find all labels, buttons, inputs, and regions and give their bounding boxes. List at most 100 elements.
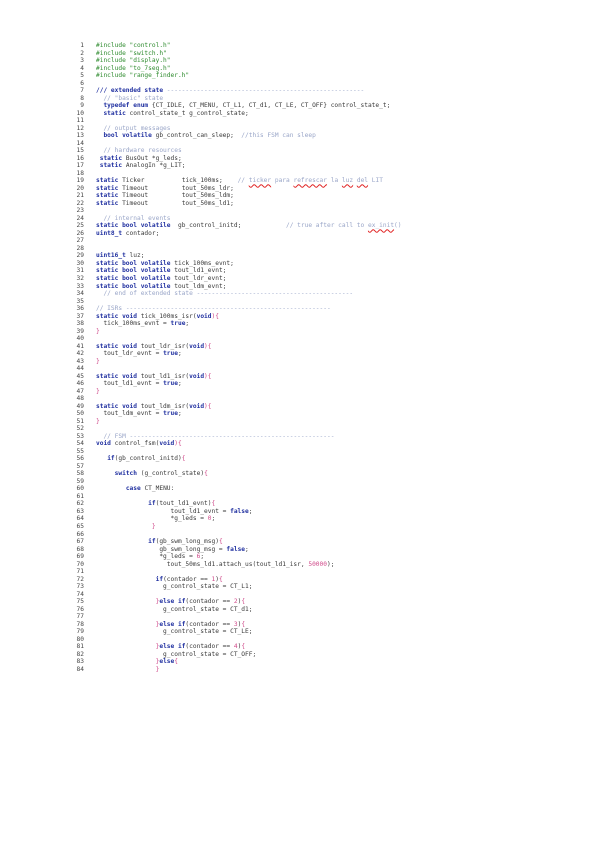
line-number: 80 bbox=[76, 635, 84, 643]
code-line: 5 #include "range_finder.h" bbox=[70, 72, 402, 80]
code-token: if bbox=[107, 455, 115, 463]
code-text: // output messages bbox=[96, 124, 171, 132]
code-token: (contador == bbox=[185, 620, 234, 628]
code-text: tick_100ms_evnt = true; bbox=[96, 320, 189, 327]
code-token: tout_ldm_evnt; bbox=[170, 282, 227, 290]
line-number: 30 bbox=[76, 259, 84, 267]
code-line: 36 // ISRs ------------------------------… bbox=[70, 305, 402, 313]
code-token: static void bbox=[96, 402, 137, 410]
line-number: 47 bbox=[76, 387, 84, 395]
line-number: 35 bbox=[76, 297, 84, 305]
code-token: tick_100ms_isr( bbox=[136, 312, 197, 320]
code-line: 48 bbox=[70, 395, 402, 403]
code-token: static bbox=[103, 109, 126, 117]
line-number: 75 bbox=[76, 598, 84, 606]
code-token: g_control_state = CT_OFF; bbox=[96, 650, 257, 658]
code-line: 71 bbox=[70, 568, 402, 576]
code-line: 37 static void tick_100ms_isr(void){ bbox=[70, 313, 402, 321]
code-token: ----------------------------------------… bbox=[196, 290, 354, 298]
code-text: } bbox=[96, 328, 100, 335]
line-number: 23 bbox=[76, 207, 84, 215]
code-token: tout_ldm_isr( bbox=[136, 402, 190, 410]
code-line: 21 static Timeout tout_50ms_ldm; bbox=[70, 192, 402, 200]
code-token: { bbox=[174, 658, 178, 666]
code-line: 76 g_control_state = CT_d1; bbox=[70, 606, 402, 614]
code-token: AnalogIn *g_LIT; bbox=[122, 162, 186, 170]
line-number: 60 bbox=[76, 485, 84, 493]
code-text: uint16_t luz; bbox=[96, 252, 144, 259]
code-text: // end of extended state ---------------… bbox=[96, 290, 353, 297]
code-token: } bbox=[96, 327, 100, 335]
code-token: luz bbox=[341, 177, 354, 185]
code-text: static Ticker tick_100ms; // ticker para… bbox=[96, 177, 383, 184]
line-number: 4 bbox=[80, 64, 84, 72]
code-token: false bbox=[226, 545, 246, 553]
code-token: { bbox=[241, 598, 246, 606]
code-line: 2 #include "switch.h" bbox=[70, 50, 402, 58]
code-line: 29 uint16_t luz; bbox=[70, 252, 402, 260]
code-text: *g_leds = 6; bbox=[96, 553, 204, 560]
code-text: g_control_state = CT_d1; bbox=[96, 606, 252, 613]
code-line: 79 g_control_state = CT_LE; bbox=[70, 628, 402, 636]
code-text: static bool volatile gb_control_initd; /… bbox=[96, 222, 402, 229]
code-token: static bool volatile bbox=[96, 267, 171, 275]
code-token: { bbox=[211, 500, 216, 508]
line-number: 29 bbox=[76, 252, 84, 260]
line-number: 65 bbox=[76, 523, 84, 530]
code-token: ; bbox=[211, 515, 216, 523]
code-token: (gb_swm_long_msg) bbox=[155, 538, 219, 546]
line-number: 5 bbox=[80, 72, 84, 80]
code-text: }else{ bbox=[96, 658, 178, 665]
code-token: static bool volatile bbox=[96, 222, 171, 230]
code-token: Timeout tout_50ms_ldm; bbox=[118, 192, 234, 200]
code-token: () bbox=[394, 222, 402, 230]
code-token: ----------------------------------------… bbox=[125, 305, 331, 313]
code-line: 66 bbox=[70, 531, 402, 539]
code-token: tout_ldr_isr( bbox=[136, 342, 190, 350]
code-token: { bbox=[204, 470, 208, 478]
code-text: uint8_t contador; bbox=[96, 230, 159, 237]
code-line: 25 static bool volatile gb_control_initd;… bbox=[70, 222, 402, 230]
code-line: 77 bbox=[70, 613, 402, 621]
code-line: 52 bbox=[70, 425, 402, 433]
code-listing: 1 #include "control.h" 2 #include "switch.h… bbox=[70, 42, 402, 673]
code-text: // hardware resources bbox=[96, 147, 181, 154]
code-text: tout_ldm_evnt = true; bbox=[96, 410, 181, 417]
code-token: (g_control_state) bbox=[137, 470, 205, 478]
code-line: 65 } bbox=[70, 523, 402, 531]
line-number: 13 bbox=[76, 132, 84, 140]
code-token: } bbox=[96, 387, 100, 395]
code-token: typedef enum bbox=[103, 102, 149, 110]
code-token: void bbox=[189, 342, 205, 350]
line-number: 17 bbox=[76, 162, 84, 170]
code-text: // FSM ---------------------------------… bbox=[96, 433, 334, 440]
code-token: control_fsm( bbox=[110, 440, 160, 448]
code-text: static bool volatile tout_ldr_evnt; bbox=[96, 275, 226, 282]
code-token: } bbox=[96, 417, 100, 425]
code-token: ; bbox=[185, 320, 190, 328]
code-line: 47} bbox=[70, 388, 402, 396]
code-token: // output messages bbox=[96, 124, 171, 132]
line-number: 9 bbox=[80, 102, 84, 110]
code-token: #include "control.h" bbox=[96, 42, 171, 49]
code-token: *g_leds = bbox=[96, 553, 197, 561]
code-token: static bbox=[96, 184, 119, 192]
code-line: 35 bbox=[70, 298, 402, 306]
code-text: } bbox=[96, 666, 160, 673]
code-token: #include "to_7seg.h" bbox=[96, 64, 171, 72]
line-number: 73 bbox=[76, 583, 84, 591]
code-line: 7 /// extended state --------------------… bbox=[70, 87, 402, 95]
code-text: static Timeout tout_50ms_ldr; bbox=[96, 185, 234, 192]
code-text: *g_leds = 0; bbox=[96, 515, 216, 523]
code-token: (gb_control_initd) bbox=[114, 455, 182, 463]
line-number: 15 bbox=[76, 147, 84, 155]
line-number: 46 bbox=[76, 380, 84, 388]
code-line: 51} bbox=[70, 418, 402, 426]
code-token: g_control_state = CT_d1; bbox=[96, 605, 253, 613]
line-number: 21 bbox=[76, 192, 84, 200]
code-line: 15 // hardware resources bbox=[70, 147, 402, 155]
code-token: Timeout tout_50ms_ldr; bbox=[118, 184, 234, 192]
code-text: static void tout_ldm_isr(void){ bbox=[96, 403, 212, 410]
code-line: 82 g_control_state = CT_OFF; bbox=[70, 651, 402, 659]
